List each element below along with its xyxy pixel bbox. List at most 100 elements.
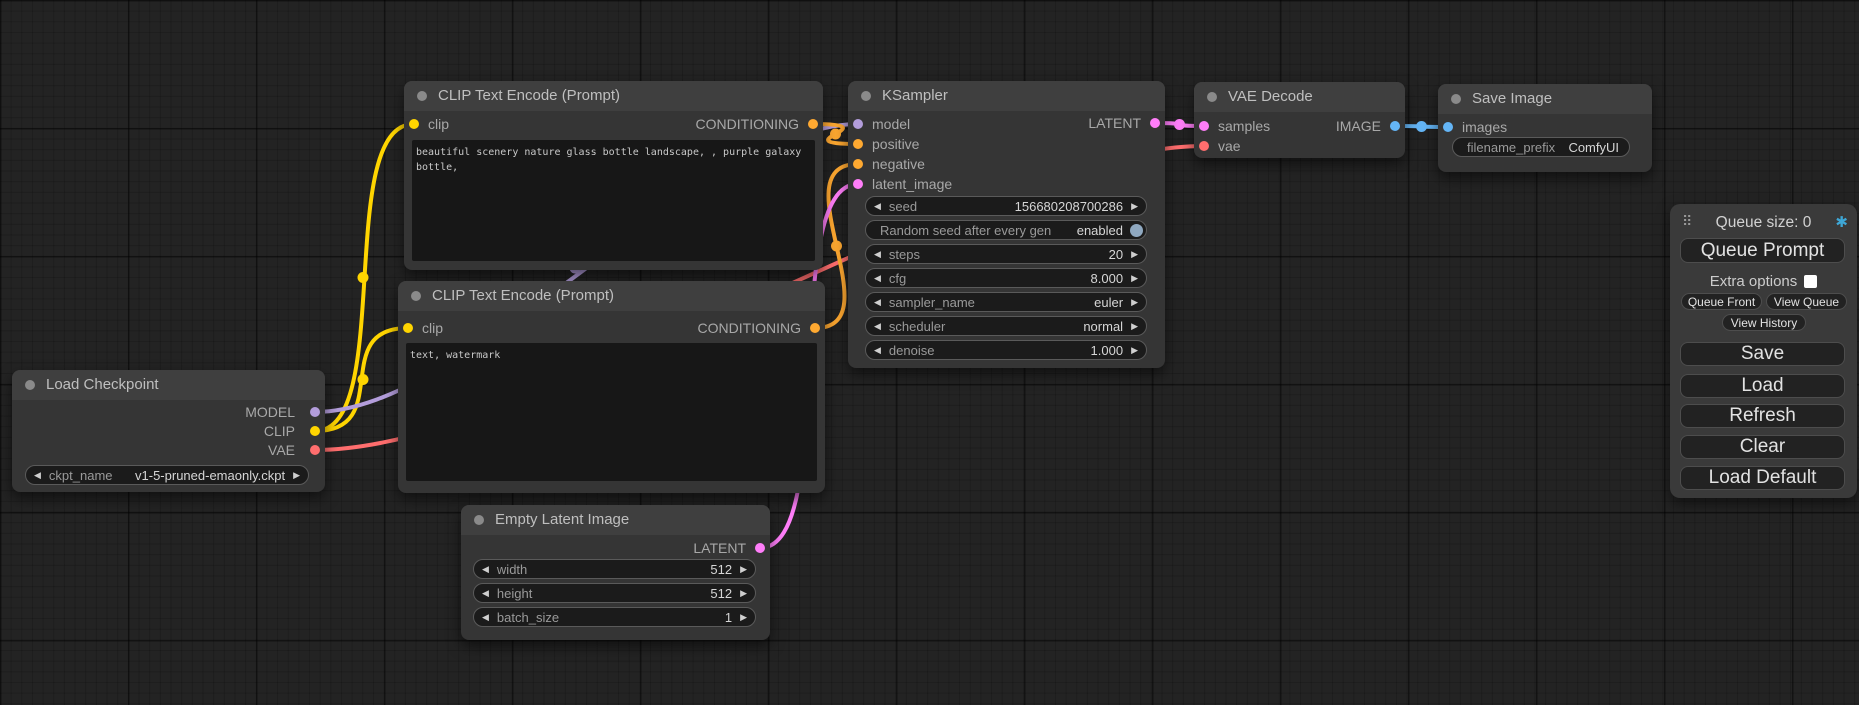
increment-arrow-icon[interactable]: ▶ [285,466,308,484]
output-dot-conditioning[interactable] [808,119,818,129]
node-title-bar[interactable]: Save Image [1438,84,1652,114]
increment-arrow-icon[interactable]: ▶ [732,608,755,626]
save-button[interactable]: Save [1680,342,1845,366]
widget-scheduler[interactable]: ◀ scheduler normal ▶ [865,316,1147,336]
widget-denoise[interactable]: ◀ denoise 1.000 ▶ [865,340,1147,360]
link-midpoint-dot [358,374,369,385]
node-collapse-dot[interactable] [25,380,35,390]
increment-arrow-icon[interactable]: ▶ [1123,341,1146,359]
negative-prompt-textarea[interactable]: text, watermark [406,343,817,481]
output-dot-latent[interactable] [1150,118,1160,128]
output-dot-clip[interactable] [310,426,320,436]
widget-label: ckpt_name [49,468,113,483]
input-dot-positive[interactable] [853,139,863,149]
decrement-arrow-icon[interactable]: ◀ [26,466,49,484]
node-ksampler[interactable]: KSampler model positive negative latent_… [848,81,1165,368]
output-label-conditioning: CONDITIONING [698,318,801,338]
node-clip-text-encode-negative[interactable]: CLIP Text Encode (Prompt) clip CONDITION… [398,281,825,493]
widget-width[interactable]: ◀ width 512 ▶ [473,559,756,579]
increment-arrow-icon[interactable]: ▶ [732,560,755,578]
decrement-arrow-icon[interactable]: ◀ [474,584,497,602]
increment-arrow-icon[interactable]: ▶ [1123,245,1146,263]
node-collapse-dot[interactable] [861,91,871,101]
increment-arrow-icon[interactable]: ▶ [1123,317,1146,335]
node-vae-decode[interactable]: VAE Decode samples vae IMAGE [1194,82,1405,158]
input-dot-images[interactable] [1443,122,1453,132]
extra-options-checkbox[interactable] [1804,275,1817,288]
toggle-circle-icon[interactable] [1130,224,1143,237]
input-dot-clip[interactable] [403,323,413,333]
view-queue-button[interactable]: View Queue [1766,293,1847,310]
node-collapse-dot[interactable] [417,91,427,101]
input-dot-samples[interactable] [1199,121,1209,131]
decrement-arrow-icon[interactable]: ◀ [474,560,497,578]
refresh-button[interactable]: Refresh [1680,404,1845,428]
node-collapse-dot[interactable] [1451,94,1461,104]
output-dot-model[interactable] [310,407,320,417]
widget-value: 1 [725,610,732,625]
node-title-bar[interactable]: CLIP Text Encode (Prompt) [404,81,823,111]
input-dot-negative[interactable] [853,159,863,169]
output-dot-vae[interactable] [310,445,320,455]
node-title-bar[interactable]: Empty Latent Image [461,505,770,535]
widget-filename-prefix[interactable]: filename_prefix ComfyUI [1452,137,1630,157]
positive-prompt-textarea[interactable]: beautiful scenery nature glass bottle la… [412,140,815,261]
widget-seed[interactable]: ◀ seed 156680208700286 ▶ [865,196,1147,216]
output-dot-conditioning[interactable] [810,323,820,333]
decrement-arrow-icon[interactable]: ◀ [866,269,889,287]
node-empty-latent-image[interactable]: Empty Latent Image LATENT ◀ width 512 ▶ … [461,505,770,640]
output-dot-image[interactable] [1390,121,1400,131]
decrement-arrow-icon[interactable]: ◀ [866,197,889,215]
increment-arrow-icon[interactable]: ▶ [1123,197,1146,215]
node-clip-text-encode-positive[interactable]: CLIP Text Encode (Prompt) clip CONDITION… [404,81,823,270]
queue-panel[interactable]: ⠿ Queue size: 0 ✱ Queue Prompt Extra opt… [1670,204,1857,498]
output-label-clip: CLIP [264,421,295,441]
node-title: KSampler [882,87,948,104]
input-label-vae: vae [1218,136,1241,156]
increment-arrow-icon[interactable]: ▶ [1123,269,1146,287]
input-label-clip: clip [428,114,449,134]
widget-batch-size[interactable]: ◀ batch_size 1 ▶ [473,607,756,627]
increment-arrow-icon[interactable]: ▶ [732,584,755,602]
input-dot-vae[interactable] [1199,141,1209,151]
widget-ckpt-name[interactable]: ◀ ckpt_name v1-5-pruned-emaonly.ckpt ▶ [25,465,309,485]
view-history-button[interactable]: View History [1722,314,1806,331]
output-dot-latent[interactable] [755,543,765,553]
input-dot-latent-image[interactable] [853,179,863,189]
input-label-positive: positive [872,134,919,154]
widget-random-seed-toggle[interactable]: Random seed after every gen enabled [865,220,1147,240]
widget-value: v1-5-pruned-emaonly.ckpt [135,468,285,483]
queue-front-button[interactable]: Queue Front [1681,293,1762,310]
node-title-bar[interactable]: CLIP Text Encode (Prompt) [398,281,825,311]
node-collapse-dot[interactable] [474,515,484,525]
node-title-bar[interactable]: VAE Decode [1194,82,1405,112]
widget-sampler-name[interactable]: ◀ sampler_name euler ▶ [865,292,1147,312]
node-save-image[interactable]: Save Image images filename_prefix ComfyU… [1438,84,1652,172]
clear-button[interactable]: Clear [1680,435,1845,459]
widget-cfg[interactable]: ◀ cfg 8.000 ▶ [865,268,1147,288]
node-load-checkpoint[interactable]: Load Checkpoint MODEL CLIP VAE ◀ ckpt_na… [12,370,325,492]
comfyui-canvas[interactable]: { "nodes": { "load_checkpoint": { "title… [0,0,1859,705]
node-collapse-dot[interactable] [411,291,421,301]
input-dot-model[interactable] [853,119,863,129]
input-dot-clip[interactable] [409,119,419,129]
increment-arrow-icon[interactable]: ▶ [1123,293,1146,311]
decrement-arrow-icon[interactable]: ◀ [866,317,889,335]
output-label-conditioning: CONDITIONING [696,114,799,134]
node-title-bar[interactable]: KSampler [848,81,1165,111]
decrement-arrow-icon[interactable]: ◀ [866,245,889,263]
gear-icon[interactable]: ✱ [1835,213,1848,231]
load-button[interactable]: Load [1680,374,1845,398]
widget-height[interactable]: ◀ height 512 ▶ [473,583,756,603]
decrement-arrow-icon[interactable]: ◀ [474,608,497,626]
input-label-negative: negative [872,154,925,174]
load-default-button[interactable]: Load Default [1680,466,1845,490]
decrement-arrow-icon[interactable]: ◀ [866,293,889,311]
widget-value: euler [1094,295,1123,310]
decrement-arrow-icon[interactable]: ◀ [866,341,889,359]
input-label-clip: clip [422,318,443,338]
queue-prompt-button[interactable]: Queue Prompt [1680,238,1845,263]
widget-steps[interactable]: ◀ steps 20 ▶ [865,244,1147,264]
node-title-bar[interactable]: Load Checkpoint [12,370,325,400]
node-collapse-dot[interactable] [1207,92,1217,102]
